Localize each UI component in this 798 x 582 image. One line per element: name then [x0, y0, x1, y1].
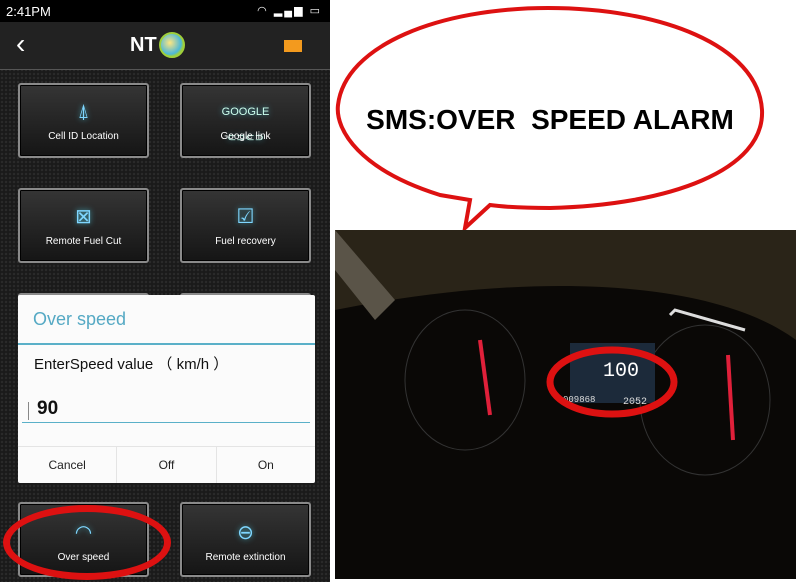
battery-icon: ▭ [309, 5, 322, 17]
cancel-button[interactable]: Cancel [18, 447, 118, 483]
dialog-title: Over speed [18, 295, 315, 345]
fuel-recovery-button[interactable]: ☑ Fuel recovery [180, 188, 311, 263]
on-button[interactable]: On [217, 447, 315, 483]
logo: NT [130, 32, 185, 58]
google-link-icon: GOOGLE ⊂⊃⊂⊃ [221, 106, 270, 144]
engine-x-icon: ⊠ [75, 206, 92, 228]
globe-icon [158, 32, 185, 58]
remote-extinction-button[interactable]: ⊖ Remote extinction [180, 502, 311, 577]
app-header: ‹ NT [0, 22, 330, 70]
logo-text: NT [130, 33, 157, 56]
bubble-text: SMS:OVER SPEED ALARM [366, 104, 734, 135]
tile-label: Google link [220, 131, 271, 142]
speed-readout: 100 [603, 360, 639, 383]
back-icon[interactable]: ‹ [16, 30, 25, 58]
cell-id-location-button[interactable]: ⍋ Cell ID Location [18, 83, 149, 158]
google-link-button[interactable]: GOOGLE ⊂⊃⊂⊃ Google link [180, 83, 311, 158]
tile-label: Fuel recovery [215, 236, 276, 247]
dialog-label: EnterSpeed value （ km/h ） [34, 356, 229, 373]
status-icons: ◠ ▂▄▆ ▭ [257, 4, 322, 17]
highlight-circle [3, 505, 171, 580]
power-icon: ⊖ [237, 522, 254, 544]
engine-check-icon: ☑ [236, 206, 255, 228]
tile-label: Remote extinction [205, 552, 286, 563]
tile-label: Cell ID Location [48, 131, 119, 142]
tile-label: Remote Fuel Cut [45, 236, 122, 247]
dashboard-photo: 100 009868 2052 [335, 230, 796, 579]
status-bar: 2:41PM ◠ ▂▄▆ ▭ [0, 0, 330, 22]
signal-icon: ▂▄▆ [273, 5, 305, 17]
over-speed-dialog: Over speed EnterSpeed value （ km/h ） 90 … [18, 295, 315, 483]
mail-icon[interactable] [284, 40, 302, 52]
google-icon-text: GOOGLE [221, 106, 270, 118]
status-time: 2:41PM [6, 4, 51, 19]
wifi-icon: ◠ [257, 5, 269, 17]
speed-input[interactable]: 90 [22, 398, 310, 423]
off-button[interactable]: Off [117, 447, 217, 483]
cell-tower-icon: ⍋ [77, 101, 90, 123]
dialog-buttons: Cancel Off On [18, 446, 315, 483]
phone-screenshot: 2:41PM ◠ ▂▄▆ ▭ ‹ NT ⍋ Cell ID Location GO… [0, 0, 330, 582]
remote-fuel-cut-button[interactable]: ⊠ Remote Fuel Cut [18, 188, 149, 263]
